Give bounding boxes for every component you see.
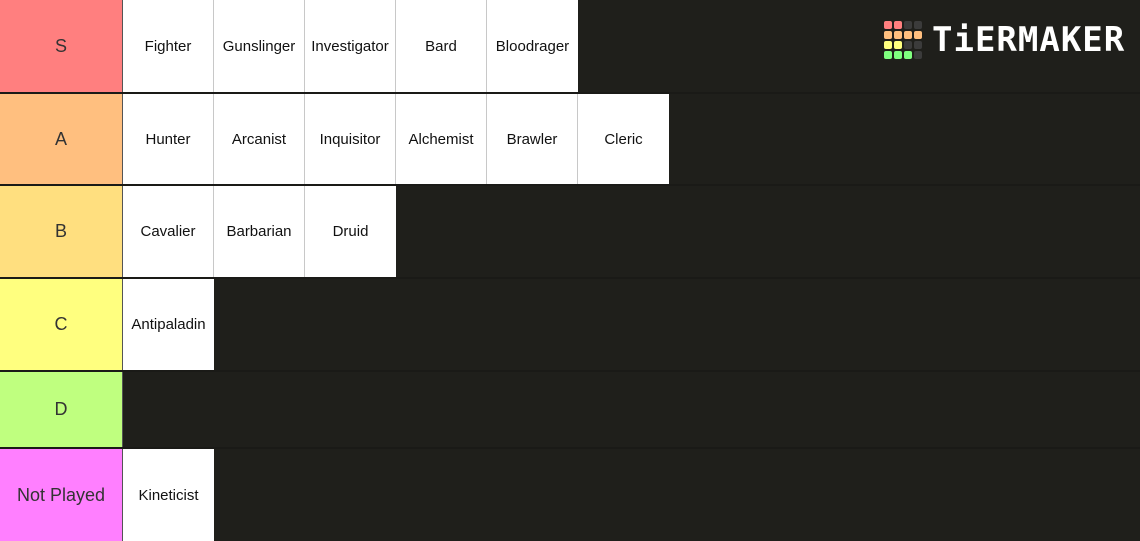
- tier-label[interactable]: S: [0, 0, 123, 92]
- logo-grid-cell: [904, 41, 912, 49]
- tier-items: Kineticist: [123, 449, 214, 541]
- tier-item[interactable]: Arcanist: [214, 94, 305, 184]
- logo-grid-cell: [894, 31, 902, 39]
- tier-label[interactable]: B: [0, 186, 123, 277]
- tier-row-d: D: [0, 372, 1140, 447]
- logo-grid-cell: [914, 31, 922, 39]
- logo-grid-cell: [884, 21, 892, 29]
- tier-row-b: B Cavalier Barbarian Druid: [0, 186, 1140, 277]
- tier-list: S Fighter Gunslinger Investigator Bard B…: [0, 0, 1140, 541]
- tier-item[interactable]: Inquisitor: [305, 94, 396, 184]
- tier-items: Fighter Gunslinger Investigator Bard Blo…: [123, 0, 578, 92]
- tier-item[interactable]: Bard: [396, 0, 487, 92]
- tier-label[interactable]: C: [0, 279, 123, 370]
- tier-label[interactable]: D: [0, 372, 123, 447]
- tier-label[interactable]: A: [0, 94, 123, 184]
- tier-item[interactable]: Alchemist: [396, 94, 487, 184]
- tier-item[interactable]: Investigator: [305, 0, 396, 92]
- tier-items: Antipaladin: [123, 279, 214, 370]
- logo-grid-cell: [894, 51, 902, 59]
- tier-item[interactable]: Cleric: [578, 94, 669, 184]
- logo-grid-cell: [914, 51, 922, 59]
- tier-row-a: A Hunter Arcanist Inquisitor Alchemist B…: [0, 94, 1140, 184]
- tier-item[interactable]: Druid: [305, 186, 396, 277]
- logo-grid-cell: [914, 21, 922, 29]
- tier-item[interactable]: Cavalier: [123, 186, 214, 277]
- tier-row-c: C Antipaladin: [0, 279, 1140, 370]
- tier-item[interactable]: Kineticist: [123, 449, 214, 541]
- tier-item[interactable]: Brawler: [487, 94, 578, 184]
- tier-item[interactable]: Gunslinger: [214, 0, 305, 92]
- tier-item[interactable]: Hunter: [123, 94, 214, 184]
- logo-grid-cell: [884, 41, 892, 49]
- logo-grid-cell: [904, 21, 912, 29]
- tier-row-not-played: Not Played Kineticist: [0, 449, 1140, 541]
- logo-grid-cell: [884, 31, 892, 39]
- logo-grid-cell: [904, 51, 912, 59]
- logo-grid-cell: [884, 51, 892, 59]
- logo-grid-cell: [894, 21, 902, 29]
- tiermaker-grid-icon: [884, 21, 922, 59]
- logo-grid-cell: [894, 41, 902, 49]
- tier-item[interactable]: Fighter: [123, 0, 214, 92]
- logo-grid-cell: [914, 41, 922, 49]
- logo-grid-cell: [904, 31, 912, 39]
- tier-item[interactable]: Antipaladin: [123, 279, 214, 370]
- tiermaker-wordmark: TiERMAKER: [932, 20, 1126, 60]
- tier-item[interactable]: Bloodrager: [487, 0, 578, 92]
- tier-label[interactable]: Not Played: [0, 449, 123, 541]
- tiermaker-logo: TiERMAKER: [884, 20, 1125, 60]
- tier-items: Cavalier Barbarian Druid: [123, 186, 396, 277]
- tier-items: Hunter Arcanist Inquisitor Alchemist Bra…: [123, 94, 669, 184]
- tier-item[interactable]: Barbarian: [214, 186, 305, 277]
